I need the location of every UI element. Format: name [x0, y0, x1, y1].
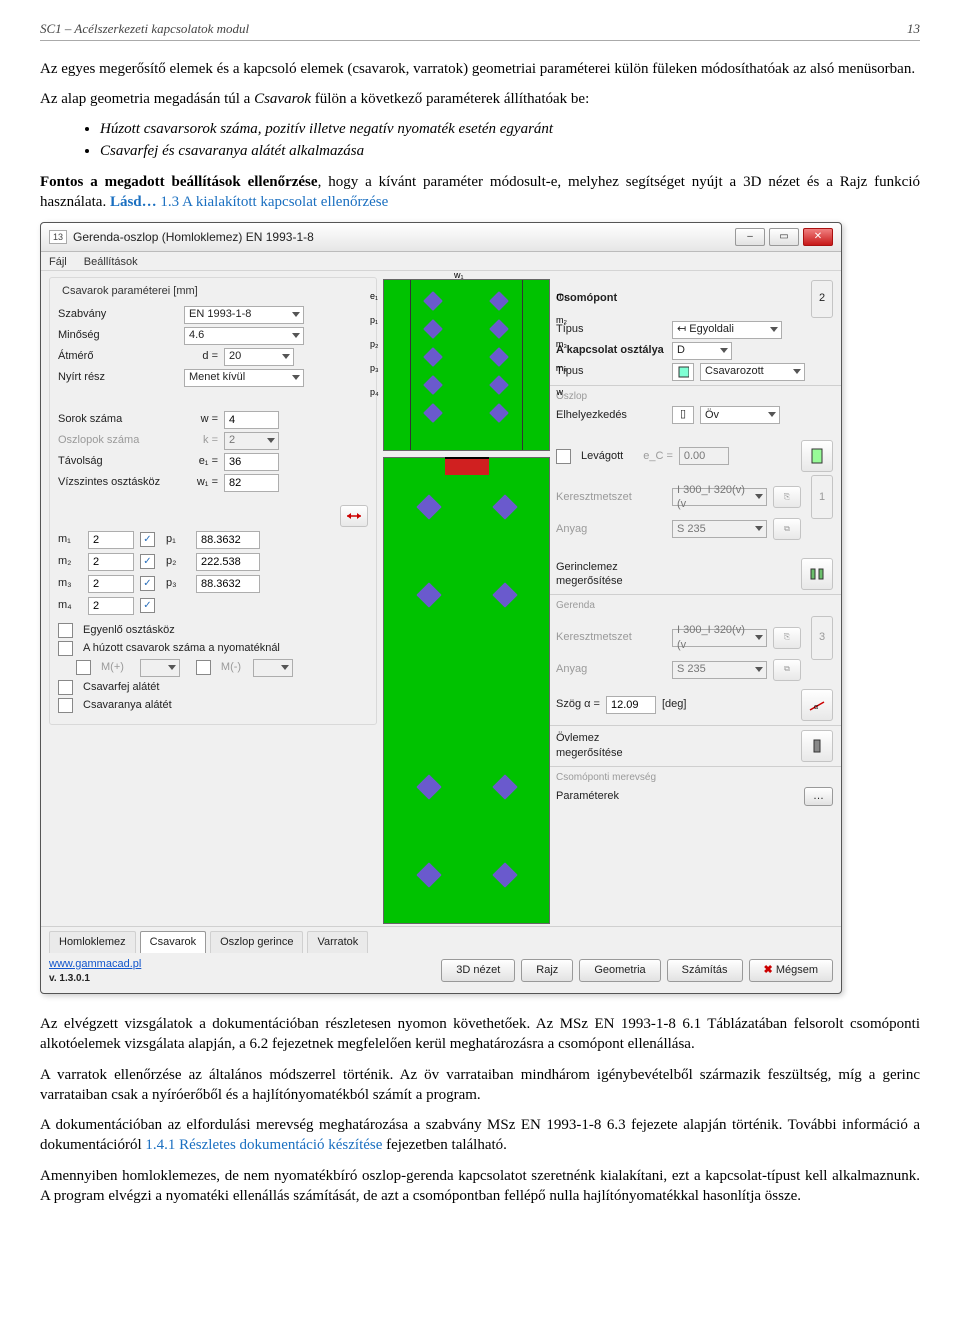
- km2-select: I 300_I 320(v)(v: [672, 629, 767, 647]
- tavolsag-input[interactable]: [224, 453, 279, 471]
- menubar: Fájl Beállítások: [41, 252, 841, 271]
- m1-input[interactable]: [88, 531, 134, 549]
- tab-oszlop-gerince[interactable]: Oszlop gerince: [210, 931, 303, 953]
- tipus2-select[interactable]: Csavarozott: [700, 363, 805, 381]
- close-button[interactable]: ✕: [803, 228, 833, 246]
- elhelyezkedes-select[interactable]: Öv: [700, 406, 780, 424]
- maximize-button[interactable]: ▭: [769, 228, 799, 246]
- szabvany-select[interactable]: EN 1993-1-8: [184, 306, 304, 324]
- szog-icon[interactable]: α: [801, 689, 833, 721]
- btn-szamitas[interactable]: Számítás: [667, 959, 743, 982]
- tipus2-icon: [672, 363, 694, 381]
- titlebar: 13 Gerenda-oszlop (Homloklemez) EN 1993-…: [41, 223, 841, 252]
- window-title: Gerenda-oszlop (Homloklemez) EN 1993-1-8: [73, 229, 735, 245]
- dialog-window: 13 Gerenda-oszlop (Homloklemez) EN 1993-…: [40, 222, 842, 994]
- tipus-select[interactable]: ↤ Egyoldali: [672, 321, 782, 339]
- p1-input[interactable]: [196, 531, 260, 549]
- m1-check[interactable]: ✓: [140, 532, 155, 547]
- levagott-check[interactable]: [556, 449, 571, 464]
- anyag2-icon[interactable]: ⧉: [773, 659, 801, 681]
- ec-input: [679, 447, 729, 465]
- paragraph-intro: Az egyes megerősítő elemek és a kapcsoló…: [40, 59, 920, 79]
- num-2[interactable]: 2: [811, 280, 833, 318]
- nyirt-select[interactable]: Menet kívül: [184, 369, 304, 387]
- km1-select: I 300_I 320(v)(v: [672, 488, 767, 506]
- p2-input[interactable]: [196, 553, 260, 571]
- svg-text:α: α: [814, 704, 818, 711]
- szog-input[interactable]: [606, 696, 656, 714]
- sorok-input[interactable]: [224, 411, 279, 429]
- btn-3d[interactable]: 3D nézet: [441, 959, 515, 982]
- bullet-list: Húzott csavarsorok száma, pozitív illetv…: [100, 119, 920, 162]
- page-header-left: SC1 – Acélszerkezeti kapcsolatok modul: [40, 20, 249, 38]
- page-number: 13: [907, 20, 920, 38]
- paragraph-7: Amennyiben homloklemezes, de nem nyomaté…: [40, 1166, 920, 1207]
- osztaly-select[interactable]: D: [672, 342, 732, 360]
- km2-icon[interactable]: ⎘: [773, 627, 801, 649]
- paragraph-fontos: Fontos a megadott beállítások ellenőrzés…: [40, 172, 920, 213]
- paragraph-4: Az elvégzett vizsgálatok a dokumentációb…: [40, 1014, 920, 1055]
- oszlopok-select: 2: [224, 432, 279, 450]
- vosztas-input[interactable]: [224, 474, 279, 492]
- anyag2-select: S 235: [672, 661, 767, 679]
- group-bolt-params: Csavarok paraméterei [mm]: [58, 284, 202, 299]
- anyag1-icon[interactable]: ⧉: [773, 518, 801, 540]
- arrows-icon-button[interactable]: [340, 505, 368, 527]
- m4-check[interactable]: ✓: [140, 598, 155, 613]
- anyag1-select: S 235: [672, 520, 767, 538]
- p3-input[interactable]: [196, 575, 260, 593]
- atmero-select[interactable]: 20: [224, 348, 294, 366]
- csavaranya-check[interactable]: [58, 698, 73, 713]
- minimize-button[interactable]: –: [735, 228, 765, 246]
- tab-varratok[interactable]: Varratok: [307, 931, 368, 953]
- huzott-check[interactable]: [58, 641, 73, 656]
- tab-csavarok[interactable]: Csavarok: [140, 931, 206, 953]
- version-label: v. 1.3.0.1: [49, 972, 141, 986]
- m2-check[interactable]: ✓: [140, 554, 155, 569]
- parameterek-button[interactable]: …: [804, 787, 833, 806]
- minoseg-select[interactable]: 4.6: [184, 327, 304, 345]
- btn-rajz[interactable]: Rajz: [521, 959, 573, 982]
- menu-settings[interactable]: Beállítások: [84, 256, 138, 268]
- num-3[interactable]: 3: [811, 616, 833, 660]
- m2-input[interactable]: [88, 553, 134, 571]
- link-gammacad[interactable]: www.gammacad.pl: [49, 957, 141, 972]
- bolt-layout-diagram: w₁ e₁ p₁ p₂ p₃ p₄ m₁ m₂ m₃ m₄ w: [383, 279, 550, 451]
- egyenlo-check[interactable]: [58, 623, 73, 638]
- plate-preview: [383, 457, 550, 924]
- km1-icon[interactable]: ⎘: [773, 486, 801, 508]
- menu-file[interactable]: Fájl: [49, 256, 67, 268]
- app-icon: 13: [49, 230, 67, 244]
- m3-input[interactable]: [88, 575, 134, 593]
- bottom-tabs: Homloklemez Csavarok Oszlop gerince Varr…: [41, 926, 841, 953]
- btn-geometria[interactable]: Geometria: [579, 959, 660, 982]
- m3-check[interactable]: ✓: [140, 576, 155, 591]
- paragraph-6: A dokumentációban az elfordulási merevsé…: [40, 1115, 920, 1156]
- tab-homloklemez[interactable]: Homloklemez: [49, 931, 136, 953]
- ovlemez-icon[interactable]: [801, 730, 833, 762]
- column-icon-button[interactable]: [801, 440, 833, 472]
- csavarfej-check[interactable]: [58, 680, 73, 695]
- m4-input[interactable]: [88, 597, 134, 615]
- paragraph-5: A varratok ellenőrzése az általános móds…: [40, 1065, 920, 1106]
- gerincmeg-icon[interactable]: [801, 558, 833, 590]
- btn-megsem[interactable]: Mégsem: [749, 959, 833, 982]
- paragraph-csavarok: Az alap geometria megadásán túl a Csavar…: [40, 89, 920, 109]
- num-1[interactable]: 1: [811, 475, 833, 519]
